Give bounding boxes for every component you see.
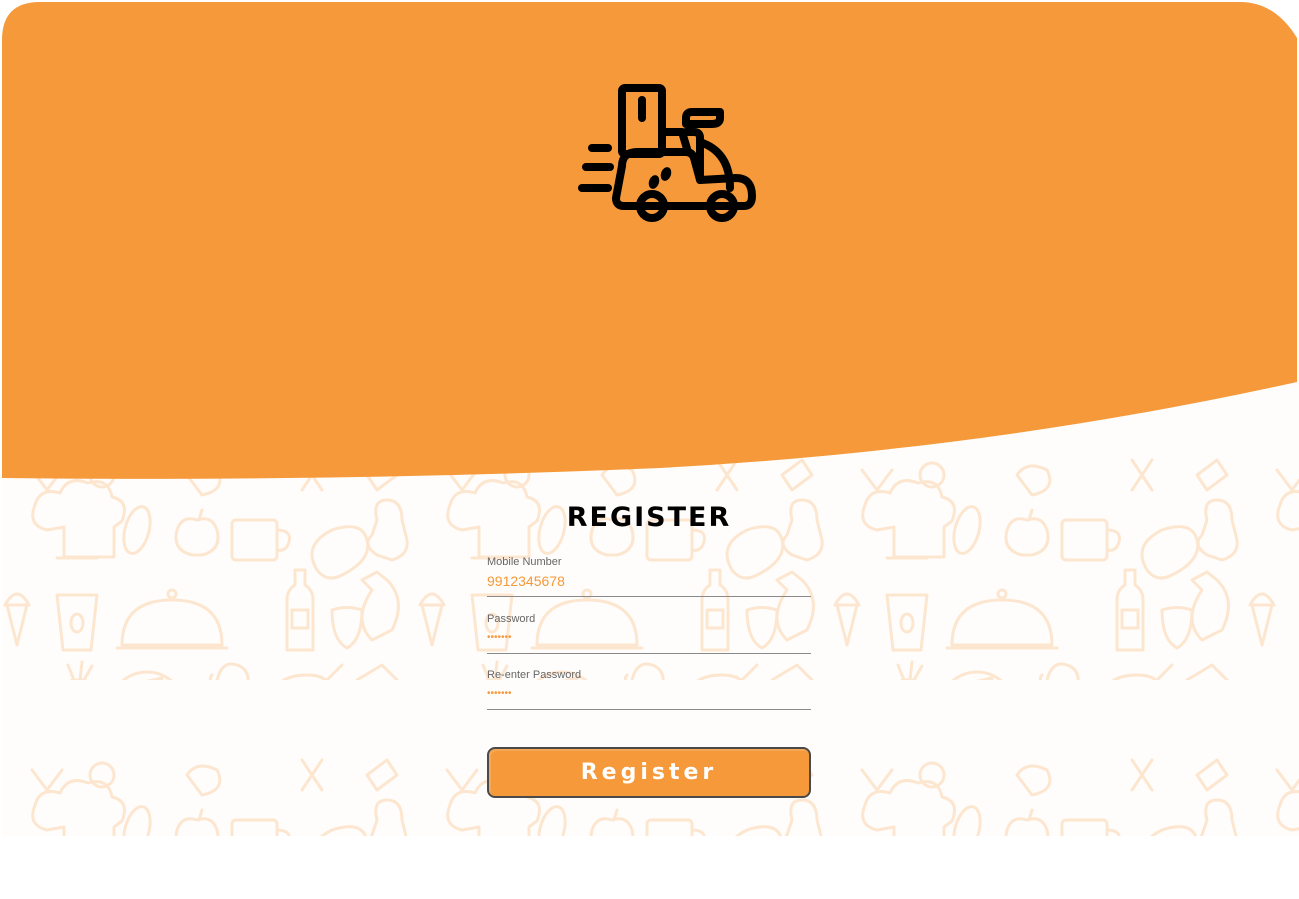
register-page: REGISTER Mobile Number Password Re-enter… [0, 0, 1299, 899]
reenter-password-label: Re-enter Password [487, 669, 582, 681]
mobile-number-label: Mobile Number [487, 556, 562, 568]
password-input[interactable] [487, 625, 811, 649]
password-label: Password [487, 613, 536, 625]
header-banner [2, 2, 1297, 479]
mobile-number-input[interactable] [487, 569, 811, 593]
delivery-scooter-icon [578, 84, 756, 222]
mobile-number-field: Mobile Number [487, 556, 811, 597]
page-title: REGISTER [566, 502, 732, 533]
reenter-password-input[interactable] [487, 681, 811, 705]
password-field: Password [487, 613, 811, 654]
reenter-password-field: Re-enter Password [487, 669, 811, 710]
register-button[interactable]: Register [487, 747, 811, 798]
